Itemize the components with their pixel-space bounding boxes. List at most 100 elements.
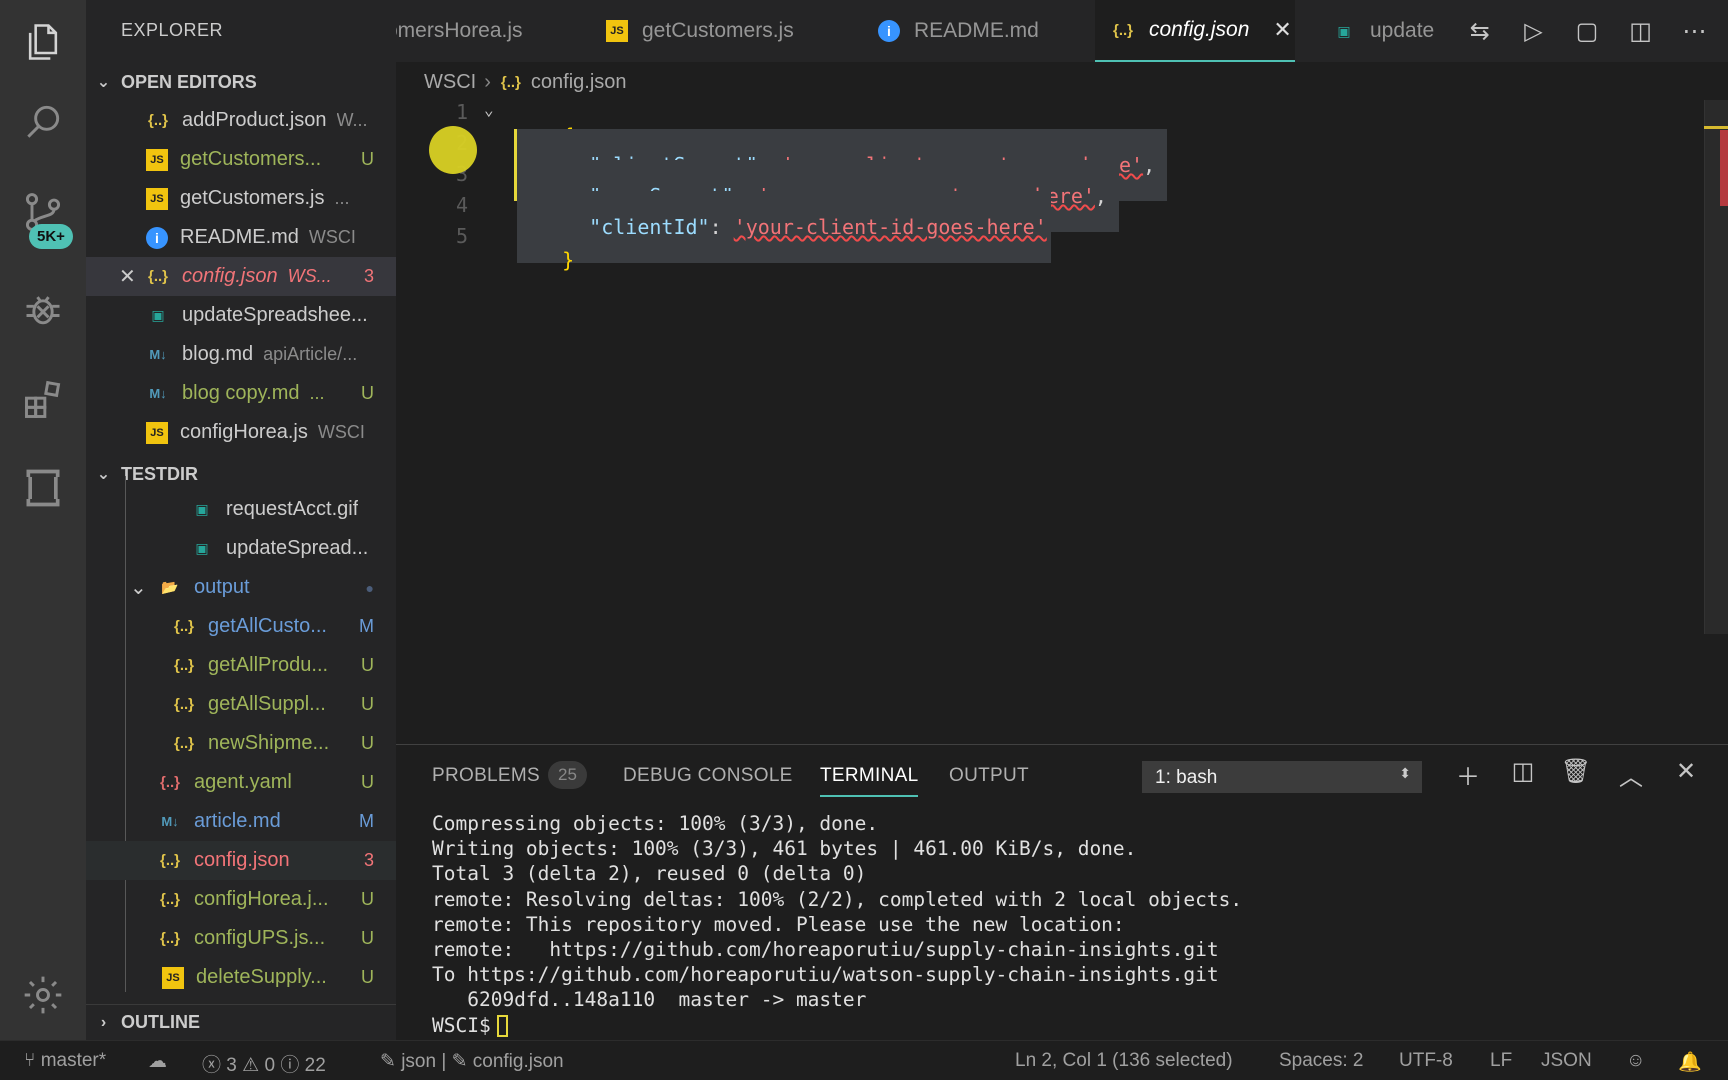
problems-indicator[interactable]: ⓧ 3 ⚠ 0 ⓘ 22 (202, 1050, 326, 1077)
info-file-icon: i (146, 226, 168, 249)
open-editor-item[interactable]: M↓ blog copy.md ... U (86, 374, 396, 413)
open-editor-item[interactable]: ▣ updateSpreadshee... (86, 296, 396, 335)
js-file-icon: JS (146, 187, 168, 210)
tab-debug-console[interactable]: DEBUG CONSOLE (623, 765, 793, 787)
settings-gear-icon[interactable] (0, 955, 86, 1035)
breadcrumb: WSCI › {..} config.json (424, 68, 627, 96)
breadcrumb-root[interactable]: WSCI (424, 71, 476, 94)
image-file-icon: ▣ (195, 540, 209, 556)
file-tree-item[interactable]: {..} agent.yaml U (86, 763, 396, 802)
json-file-icon: {..} (173, 657, 194, 674)
explorer-icon[interactable] (0, 2, 86, 82)
open-editor-item[interactable]: i README.md WSCI (86, 218, 396, 257)
terminal-line: Compressing objects: 100% (3/3), done. (432, 812, 879, 835)
breadcrumb-status[interactable]: ✎ json | ✎ config.json (380, 1050, 564, 1073)
tab-update[interactable]: ▣ update (1332, 0, 1462, 62)
new-terminal-icon[interactable]: ＋ (1451, 757, 1485, 791)
feedback-smiley-icon[interactable]: ☺ (1626, 1050, 1645, 1072)
js-file-icon: JS (146, 421, 168, 444)
breadcrumb-file[interactable]: config.json (531, 71, 627, 94)
file-tree-item[interactable]: ▣ updateSpread... (86, 529, 396, 568)
file-tree-item[interactable]: {..} getAllCusto... M (86, 607, 396, 646)
markdown-file-icon: M↓ (161, 814, 179, 829)
encoding[interactable]: UTF-8 (1399, 1050, 1453, 1072)
tab-omershorea[interactable]: omersHorea.js (396, 0, 576, 62)
trash-icon[interactable]: 🗑 (1559, 757, 1593, 791)
open-editor-item[interactable]: {..} addProduct.json W... (86, 101, 396, 140)
git-branch-icon: ⑂ (24, 1050, 36, 1071)
close-tab-icon[interactable]: ✕ (1273, 17, 1291, 43)
maximize-panel-icon[interactable]: ︿ (1614, 757, 1648, 791)
line-ending[interactable]: LF (1490, 1050, 1512, 1072)
extensions-icon[interactable] (0, 360, 86, 440)
editor-tabs: omersHorea.js JS getCustomers.js i READM… (396, 0, 1728, 62)
testdir-header[interactable]: ⌄ TESTDIR (86, 456, 396, 492)
file-tree-item[interactable]: {..} configUPS.js... U (86, 919, 396, 958)
file-tree-item[interactable]: {..} getAllSuppl... U (86, 685, 396, 724)
open-editors-header[interactable]: ⌄ OPEN EDITORS (86, 64, 396, 100)
select-arrows-icon: ⬍ (1399, 765, 1411, 781)
terminal-shell-select[interactable]: 1: bash ⬍ (1142, 761, 1422, 793)
tab-getcustomers[interactable]: JS getCustomers.js (606, 0, 826, 62)
tab-terminal[interactable]: TERMINAL (820, 765, 919, 797)
code-line: } (562, 248, 575, 272)
terminal-line: remote: https://github.com/horeaporutiu/… (432, 938, 1219, 962)
tab-problems[interactable]: PROBLEMS (432, 765, 540, 787)
sync-icon[interactable]: ☁ (148, 1050, 167, 1073)
chevron-down-icon: ⌄ (96, 74, 111, 91)
json-file-icon: {..} (500, 73, 521, 91)
open-changes-icon[interactable]: ⇆ (1466, 17, 1494, 46)
image-file-icon: ▣ (195, 501, 209, 517)
split-editor-icon[interactable]: ◫ (1627, 17, 1655, 46)
markdown-file-icon: M↓ (149, 347, 167, 362)
problem-count-badge: 25 (548, 761, 587, 789)
close-panel-icon[interactable]: ✕ (1669, 757, 1703, 791)
file-tree-item[interactable]: {..} getAllProdu... U (86, 646, 396, 685)
folder-open-icon: 📂 (161, 579, 179, 595)
indentation[interactable]: Spaces: 2 (1279, 1050, 1364, 1072)
split-terminal-icon[interactable]: ◫ (1506, 757, 1540, 791)
image-file-icon: ▣ (151, 307, 165, 323)
close-icon[interactable]: ✕ (119, 264, 136, 289)
open-editor-item-active[interactable]: ✕ {..} config.json WS... 3 (86, 257, 396, 296)
tab-readme[interactable]: i README.md (878, 0, 1078, 62)
mouse-pointer-highlight (429, 126, 477, 174)
terminal-line: Writing objects: 100% (3/3), 461 bytes |… (432, 837, 1137, 861)
terminal-output[interactable]: Compressing objects: 100% (3/3), done. Wr… (432, 811, 1242, 1038)
json-file-icon: {..} (173, 618, 194, 635)
debug-icon[interactable] (0, 270, 86, 350)
file-tree-item[interactable]: ▣ requestAcct.gif (86, 490, 396, 529)
json-file-icon: {..} (173, 735, 194, 752)
source-control-badge: 5K+ (29, 224, 73, 249)
terminal-line: To https://github.com/horeaporutiu/watso… (432, 963, 1219, 987)
outline-header[interactable]: › OUTLINE (86, 1004, 396, 1040)
search-icon[interactable] (0, 82, 86, 162)
language-mode[interactable]: JSON (1541, 1050, 1592, 1072)
remote-icon[interactable] (0, 448, 86, 528)
branch-indicator[interactable]: ⑂ master* (24, 1050, 106, 1072)
notifications-bell-icon[interactable]: 🔔 (1678, 1050, 1702, 1074)
open-editor-item[interactable]: JS configHorea.js WSCI (86, 413, 396, 452)
cursor-position[interactable]: Ln 2, Col 1 (136 selected) (1015, 1050, 1233, 1072)
file-tree-item-selected[interactable]: {..} config.json 3 (86, 841, 396, 880)
more-actions-icon[interactable]: ⋯ (1680, 17, 1708, 46)
tab-config-json[interactable]: {..} config.json ✕ (1095, 0, 1295, 62)
editor-actions: ⇆ ▷ ▢ ◫ ⋯ (1466, 0, 1728, 62)
info-file-icon: i (878, 20, 900, 42)
open-editor-item[interactable]: M↓ blog.md apiArticle/... (86, 335, 396, 374)
activity-bar: 5K+ (0, 0, 86, 1040)
file-tree-item[interactable]: {..} configHorea.j... U (86, 880, 396, 919)
open-editor-item[interactable]: JS getCustomers.js ... (86, 179, 396, 218)
fold-chevron-icon[interactable]: ⌄ (484, 100, 494, 119)
toggle-view-icon[interactable]: ▢ (1573, 17, 1601, 46)
tab-output[interactable]: OUTPUT (949, 765, 1029, 787)
code-editor[interactable]: 1 2 3 4 5 ⌄ { "clientSecret": 'your-clie… (396, 96, 1728, 744)
run-icon[interactable]: ▷ (1520, 17, 1548, 46)
open-editor-item[interactable]: JS getCustomers... U (86, 140, 396, 179)
file-tree-item[interactable]: M↓ article.md M (86, 802, 396, 841)
info-icon: ⓘ (280, 1055, 300, 1076)
file-tree-item[interactable]: JS deleteSupply... U (86, 958, 396, 997)
json-file-icon: {..} (147, 112, 168, 129)
file-tree-item[interactable]: {..} newShipme... U (86, 724, 396, 763)
folder-item[interactable]: ⌄ 📂 output ● (86, 568, 396, 607)
